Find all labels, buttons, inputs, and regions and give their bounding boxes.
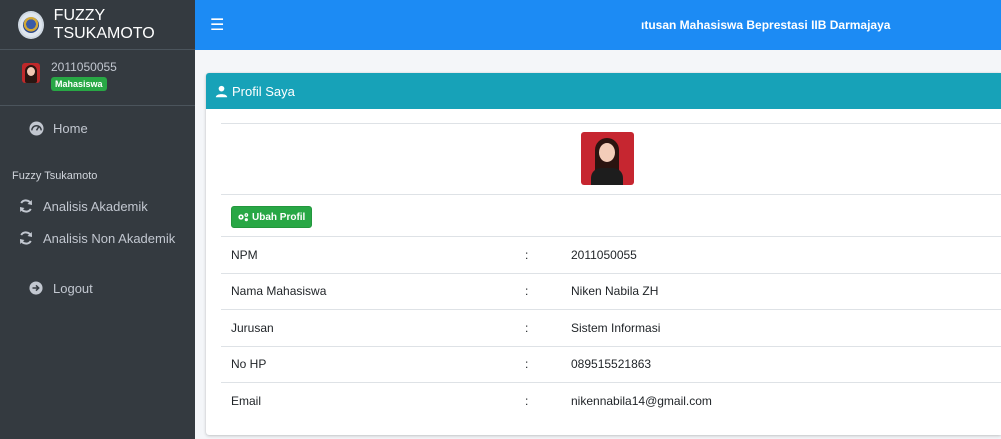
field-label: Email — [221, 382, 511, 419]
field-separator: : — [511, 272, 571, 310]
sync-icon — [18, 230, 34, 246]
brand-link[interactable]: FUZZY TSUKAMOTO — [0, 0, 195, 50]
button-row: Ubah Profil — [221, 194, 1001, 236]
sidebar-item-home[interactable]: Home — [0, 112, 195, 144]
sync-icon — [18, 198, 34, 214]
card-title: Profil Saya — [232, 83, 295, 99]
brand-name: FUZZY TSUKAMOTO — [53, 6, 155, 42]
dashboard-icon — [28, 120, 44, 136]
edit-profile-label: Ubah Profil — [252, 211, 306, 223]
role-badge: Mahasiswa — [51, 77, 107, 91]
profile-table: NPM : 2011050055 Nama Mahasiswa : Niken … — [221, 236, 1001, 419]
sidebar-item-analisis-akademik[interactable]: Analisis Akademik — [0, 190, 195, 222]
sidebar-item-label: Analisis Akademik — [43, 198, 148, 214]
field-label: Jurusan — [221, 309, 511, 346]
user-id[interactable]: 2011050055 — [51, 60, 117, 74]
cogs-icon — [237, 212, 249, 222]
table-row: No HP : 089515521863 — [221, 345, 1001, 383]
field-separator: : — [511, 345, 571, 383]
card-header: Profil Saya — [206, 73, 1001, 109]
edit-profile-button[interactable]: Ubah Profil — [231, 206, 313, 228]
sidebar: FUZZY TSUKAMOTO 2011050055 Mahasiswa Hom… — [0, 0, 195, 439]
field-value: 2011050055 — [571, 236, 1001, 273]
table-row: Nama Mahasiswa : Niken Nabila ZH — [221, 272, 1001, 310]
arrow-circle-right-icon — [28, 280, 44, 296]
sidebar-section-header: Fuzzy Tsukamoto — [12, 170, 98, 182]
photo-row — [221, 123, 1001, 194]
sidebar-item-label: Analisis Non Akademik — [43, 230, 176, 246]
sidebar-item-label: Home — [53, 120, 88, 136]
field-value: Niken Nabila ZH — [571, 272, 1001, 310]
menu-toggle-icon[interactable]: ☰ — [210, 15, 224, 35]
sidebar-item-analisis-non-akademik[interactable]: Analisis Non Akademik — [0, 222, 195, 254]
field-value: 089515521863 — [571, 345, 1001, 383]
page-title: ıtusan Mahasiswa Beprestasi IIB Darmajay… — [641, 18, 891, 32]
top-navbar: ☰ ıtusan Mahasiswa Beprestasi IIB Darmaj… — [195, 0, 1001, 50]
field-separator: : — [511, 236, 571, 273]
profile-photo — [581, 132, 634, 185]
table-row: Jurusan : Sistem Informasi — [221, 309, 1001, 346]
field-label: NPM — [221, 236, 511, 273]
table-row: NPM : 2011050055 — [221, 236, 1001, 273]
sidebar-item-label: Logout — [53, 280, 93, 296]
brand-logo — [18, 10, 44, 39]
table-row: Email : nikennabila14@gmail.com — [221, 382, 1001, 419]
field-label: Nama Mahasiswa — [221, 272, 511, 310]
profile-card: Profil Saya Ubah Profil NPM : 2011050055… — [206, 73, 1001, 435]
user-panel: 2011050055 Mahasiswa — [0, 50, 195, 106]
avatar — [22, 63, 40, 83]
field-separator: : — [511, 382, 571, 419]
field-label: No HP — [221, 345, 511, 383]
field-value: Sistem Informasi — [571, 309, 1001, 346]
field-value: nikennabila14@gmail.com — [571, 382, 1001, 419]
field-separator: : — [511, 309, 571, 346]
user-icon — [215, 85, 228, 98]
sidebar-item-logout[interactable]: Logout — [0, 272, 195, 304]
